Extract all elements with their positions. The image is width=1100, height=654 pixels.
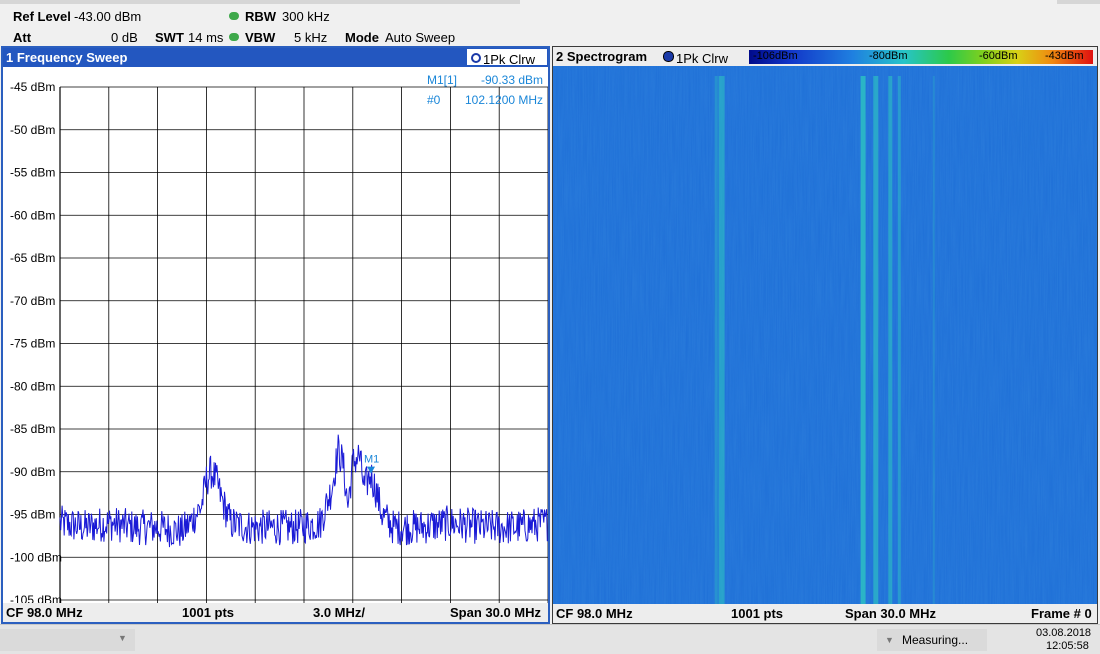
rbw-coupled-icon bbox=[229, 12, 239, 20]
vbw-value[interactable]: 5 kHz bbox=[294, 30, 327, 45]
y-tick-label: -75 dBm bbox=[10, 337, 55, 351]
rbw-label[interactable]: RBW bbox=[245, 9, 276, 24]
sweep-center-frequency: CF 98.0 MHz bbox=[6, 605, 83, 620]
marker-m1-label: M1 bbox=[364, 454, 379, 466]
frequency-sweep-titlebar: 1 Frequency Sweep 1Pk Clrw bbox=[3, 48, 548, 67]
y-tick-label: -100 dBm bbox=[10, 550, 62, 564]
ref-level-value[interactable]: -43.00 dBm bbox=[74, 9, 141, 24]
marker-frequency: 102.1200 MHz bbox=[465, 93, 544, 107]
spectrogram-points: 1001 pts bbox=[731, 606, 784, 621]
trace-info-box[interactable]: 1Pk Clrw bbox=[467, 49, 547, 67]
spectrogram-span: Span 30.0 MHz bbox=[845, 606, 937, 621]
color-scale-bar bbox=[749, 50, 1093, 64]
chevron-down-icon[interactable]: ▼ bbox=[118, 633, 127, 643]
swt-label[interactable]: SWT bbox=[155, 30, 184, 45]
spectrogram-title: 2 Spectrogram bbox=[556, 49, 648, 64]
spectrogram-noise bbox=[553, 66, 1097, 604]
measuring-status: Measuring... bbox=[902, 633, 969, 647]
sweep-footer: CF 98.0 MHz 1001 pts 3.0 MHz/ Span 30.0 … bbox=[3, 603, 548, 622]
signal-line bbox=[860, 76, 866, 604]
spectrogram-trace-dot-icon bbox=[663, 51, 674, 62]
y-tick-label: -80 dBm bbox=[10, 379, 55, 393]
rbw-value[interactable]: 300 kHz bbox=[282, 9, 330, 24]
status-date: 03.08.2018 bbox=[1036, 627, 1092, 639]
trace-label: 1Pk Clrw bbox=[483, 52, 536, 67]
y-tick-label: -95 dBm bbox=[10, 508, 55, 522]
signal-line bbox=[873, 76, 879, 604]
y-tick-label: -85 dBm bbox=[10, 422, 55, 436]
y-tick-label: -55 dBm bbox=[10, 166, 55, 180]
header-divider bbox=[0, 0, 520, 4]
trace-dot-icon bbox=[471, 53, 481, 63]
status-chevron-down-icon[interactable]: ▼ bbox=[885, 635, 894, 645]
status-time: 12:05:58 bbox=[1046, 640, 1089, 652]
scale-min-label: -106dBm bbox=[753, 50, 798, 62]
spectrogram-footer: CF 98.0 MHz 1001 pts Span 30.0 MHz Frame… bbox=[553, 604, 1097, 623]
scale-label-60: -60dBm bbox=[979, 50, 1018, 62]
mode-label[interactable]: Mode bbox=[345, 30, 379, 45]
y-tick-label: -45 dBm bbox=[10, 80, 55, 94]
y-tick-label: -50 dBm bbox=[10, 123, 55, 137]
setup-header: Ref Level -43.00 dBm Att 0 dB SWT 14 ms … bbox=[0, 0, 1100, 46]
att-value[interactable]: 0 dB bbox=[111, 30, 138, 45]
y-tick-label: -70 dBm bbox=[10, 294, 55, 308]
sweep-points: 1001 pts bbox=[182, 605, 235, 620]
sweep-plot[interactable]: -45 dBm -50 dBm -55 dBm -60 dBm -65 dBm -70 d… bbox=[3, 67, 548, 605]
signal-line bbox=[897, 76, 901, 604]
spectrogram-titlebar: 2 Spectrogram 1Pk Clrw -106dBm -80dBm -6… bbox=[553, 47, 1097, 66]
signal-line bbox=[714, 76, 718, 604]
spectrogram-plot[interactable] bbox=[553, 66, 1097, 604]
frequency-sweep-window[interactable]: 1 Frequency Sweep 1Pk Clrw -45 dBm -50 dB… bbox=[1, 46, 550, 624]
att-label[interactable]: Att bbox=[13, 30, 31, 45]
y-tick-label: -65 dBm bbox=[10, 251, 55, 265]
mode-value[interactable]: Auto Sweep bbox=[385, 30, 455, 45]
spectrogram-window[interactable]: 2 Spectrogram 1Pk Clrw -106dBm -80dBm -6… bbox=[552, 46, 1098, 624]
spectrogram-center-frequency: CF 98.0 MHz bbox=[556, 606, 633, 621]
status-bar: ▼ ▼ Measuring... 03.08.2018 12:05:58 bbox=[0, 624, 1100, 654]
marker-level: -90.33 dBm bbox=[481, 73, 544, 87]
spectrogram-frame: Frame # 0 bbox=[1031, 606, 1092, 621]
marker-name: M1[1] bbox=[427, 73, 458, 87]
scale-label-80: -80dBm bbox=[869, 50, 908, 62]
swt-value[interactable]: 14 ms bbox=[188, 30, 223, 45]
vbw-label[interactable]: VBW bbox=[245, 30, 275, 45]
frequency-sweep-title: 1 Frequency Sweep bbox=[6, 50, 128, 65]
header-divider-right bbox=[1057, 0, 1100, 4]
measuring-status-field[interactable]: ▼ Measuring... bbox=[877, 629, 987, 651]
signal-line bbox=[932, 76, 935, 604]
signal-line bbox=[888, 76, 893, 604]
y-tick-label: -60 dBm bbox=[10, 208, 55, 222]
ref-level-label[interactable]: Ref Level bbox=[13, 9, 71, 24]
sweep-per-division: 3.0 MHz/ bbox=[313, 605, 366, 620]
status-left-field[interactable]: ▼ bbox=[0, 629, 135, 651]
signal-line bbox=[718, 76, 725, 604]
marker-index: #0 bbox=[427, 93, 441, 107]
y-tick-label: -90 dBm bbox=[10, 465, 55, 479]
spectrogram-trace-label: 1Pk Clrw bbox=[676, 51, 729, 66]
vbw-coupled-icon bbox=[229, 33, 239, 41]
sweep-span: Span 30.0 MHz bbox=[450, 605, 542, 620]
scale-max-label: -43dBm bbox=[1045, 50, 1084, 62]
